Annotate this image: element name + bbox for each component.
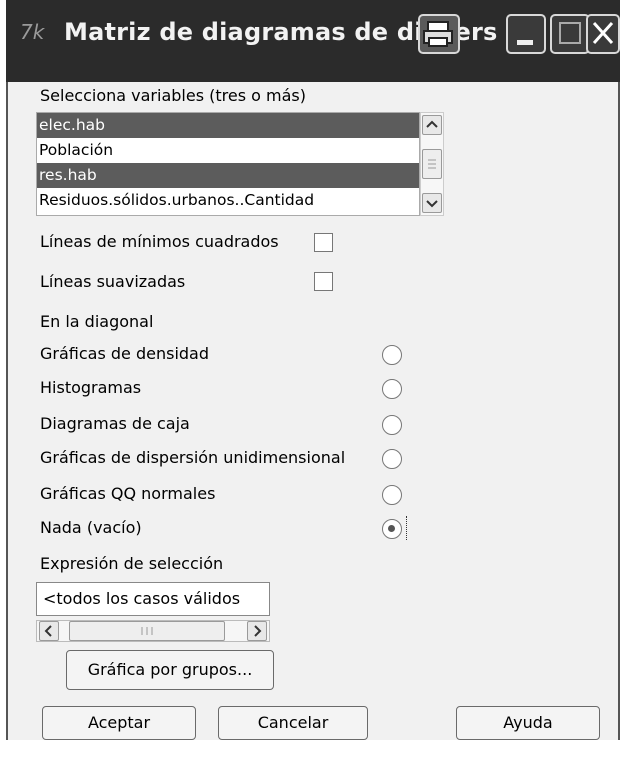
grip-icon <box>428 159 436 169</box>
variables-listbox[interactable]: elec.hab Población res.hab Residuos.sóli… <box>36 112 420 216</box>
chevron-down-icon <box>426 200 438 208</box>
help-button[interactable]: Ayuda <box>456 706 600 740</box>
minimize-button[interactable] <box>506 14 546 54</box>
diagonal-boxplot-label: Diagramas de caja <box>40 414 190 433</box>
scroll-right-button[interactable] <box>247 621 267 641</box>
diagonal-density-label: Gráficas de densidad <box>40 344 210 363</box>
printer-icon <box>423 21 453 47</box>
least-squares-checkbox[interactable] <box>314 233 333 252</box>
variables-scrollbar[interactable] <box>420 112 444 216</box>
diagonal-oned-scatter-label: Gráficas de dispersión unidimensional <box>40 448 346 467</box>
list-item[interactable]: elec.hab <box>37 113 419 138</box>
close-button[interactable] <box>586 14 620 54</box>
minimize-icon <box>517 40 533 45</box>
print-button[interactable] <box>418 14 460 54</box>
scroll-down-button[interactable] <box>422 193 442 213</box>
chevron-right-icon <box>254 625 262 637</box>
least-squares-label: Líneas de mínimos cuadrados <box>40 232 279 251</box>
list-item[interactable]: Residuos.sólidos.urbanos..Cantidad <box>37 188 419 213</box>
diagonal-boxplot-radio[interactable] <box>382 415 402 435</box>
list-item[interactable]: Población <box>37 138 419 163</box>
diagonal-qq-label: Gráficas QQ normales <box>40 484 216 503</box>
app-icon: 7k <box>20 20 45 44</box>
diagonal-density-radio[interactable] <box>382 345 402 365</box>
accept-button[interactable]: Aceptar <box>42 706 196 740</box>
variables-label: Selecciona variables (tres o más) <box>40 86 306 105</box>
plot-by-groups-button[interactable]: Gráfica por grupos... <box>66 650 274 690</box>
title-bar[interactable]: 7k Matriz de diagramas de dispers <box>6 0 620 82</box>
selection-scrollbar[interactable] <box>36 620 270 642</box>
diagonal-none-radio[interactable] <box>382 519 402 539</box>
focus-indicator <box>406 516 407 540</box>
grip-icon <box>141 627 153 635</box>
smooth-lines-label: Líneas suavizadas <box>40 272 186 291</box>
selection-label: Expresión de selección <box>40 554 224 573</box>
scroll-thumb[interactable] <box>422 149 442 179</box>
scroll-up-button[interactable] <box>422 115 442 135</box>
horizontal-scroll-thumb[interactable] <box>69 621 225 641</box>
diagonal-qq-radio[interactable] <box>382 485 402 505</box>
scroll-left-button[interactable] <box>39 621 59 641</box>
chevron-left-icon <box>44 625 52 637</box>
cancel-button[interactable]: Cancelar <box>218 706 368 740</box>
smooth-lines-checkbox[interactable] <box>314 272 333 291</box>
maximize-button[interactable] <box>550 14 590 54</box>
diagonal-label: En la diagonal <box>40 312 154 331</box>
diagonal-oned-scatter-radio[interactable] <box>382 449 402 469</box>
diagonal-none-label: Nada (vacío) <box>40 518 142 537</box>
diagonal-histogram-label: Histogramas <box>40 378 142 397</box>
maximize-icon <box>559 22 581 44</box>
chevron-up-icon <box>426 120 438 128</box>
selection-expression-input[interactable]: <todos los casos válidos <box>36 582 270 616</box>
list-item[interactable]: res.hab <box>37 163 419 188</box>
close-icon <box>592 21 614 45</box>
diagonal-histogram-radio[interactable] <box>382 379 402 399</box>
